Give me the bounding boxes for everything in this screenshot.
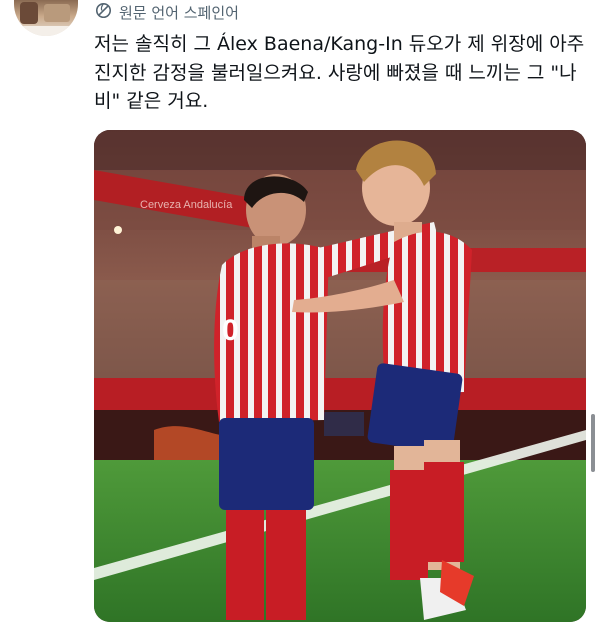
floodlight bbox=[114, 226, 122, 234]
sponsor-banner-text: Cerveza Andalucía bbox=[140, 199, 233, 211]
tweet-text: 저는 솔직히 그 Álex Baena/Kang-In 듀오가 제 위장에 아주… bbox=[94, 33, 591, 112]
translation-label: 원문 언어 스페인어 bbox=[119, 3, 239, 22]
globe-slash-icon bbox=[94, 1, 113, 24]
jersey-number-left: 0 bbox=[222, 314, 239, 347]
translation-notice[interactable]: 원문 언어 스페인어 bbox=[94, 1, 239, 23]
avatar-floor bbox=[14, 26, 78, 36]
tweet-photo[interactable]: Cerveza Andalucía 0 bbox=[94, 130, 586, 622]
avatar-figure bbox=[20, 2, 38, 24]
avatar-detail bbox=[44, 4, 70, 22]
scrollbar-thumb[interactable] bbox=[591, 414, 595, 472]
avatar[interactable] bbox=[14, 0, 78, 36]
